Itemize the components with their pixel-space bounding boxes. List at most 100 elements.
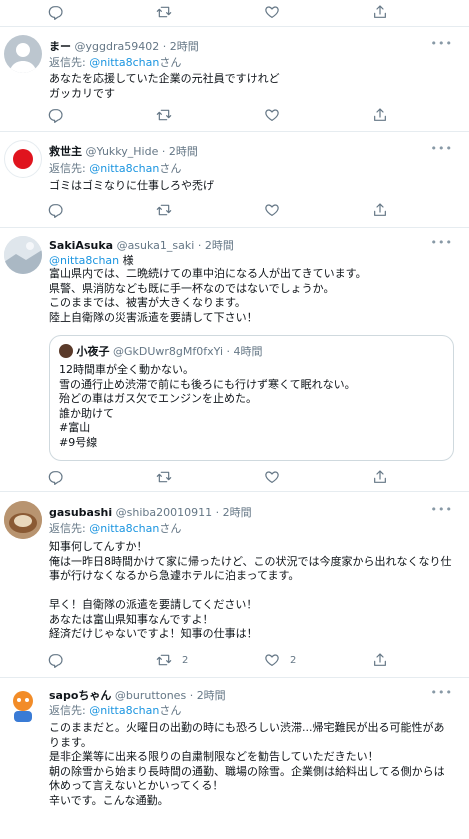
reply-to-label: 返信先: [49,704,86,717]
separator-dot: · [197,239,202,252]
tweet-actions [48,105,388,125]
share-button[interactable] [372,650,388,670]
timestamp[interactable]: 2時間 [170,40,199,53]
reply-suffix: さん [159,704,182,717]
more-icon[interactable]: ••• [431,37,453,50]
quoted-avatar[interactable] [59,344,73,358]
mention-link[interactable]: @nitta8chan [49,254,119,267]
tweet-actions: 2 2 [48,650,388,670]
tweet-actions [48,2,388,22]
reply-icon [48,469,64,485]
handle[interactable]: @asuka1_saki [117,239,195,252]
quoted-tweet[interactable]: 小夜子 @GkDUwr8gMf0fxYi · 4時間 12時間車が全く動かない。… [49,335,454,461]
like-icon [264,202,280,218]
like-count: 2 [290,654,297,666]
quoted-handle[interactable]: @GkDUwr8gMf0fxYi [113,345,223,358]
handle[interactable]: @yggdra59402 [75,40,160,53]
handle[interactable]: @Yukky_Hide [86,145,159,158]
reply-button[interactable] [48,200,64,220]
avatar[interactable] [4,140,42,178]
more-icon[interactable]: ••• [431,686,453,699]
reply-button[interactable] [48,2,64,22]
retweet-button[interactable] [156,2,172,22]
reply-button[interactable] [48,105,64,125]
display-name[interactable]: SakiAsuka [49,239,113,252]
more-icon[interactable]: ••• [431,236,453,249]
tweet-actions [48,467,388,487]
tweet[interactable]: sapoちゃん @buruttones · 2時間 ••• 返信先: @nitt… [0,678,469,839]
tweet-header: SakiAsuka @asuka1_saki · 2時間 [49,237,234,253]
display-name[interactable]: まー [49,40,71,53]
retweet-button[interactable]: 2 [156,650,188,670]
tweet-text: 知事何してんすか！ 俺は一昨日8時間かけて家に帰ったけど、この状況では今度家から… [49,540,452,640]
more-icon[interactable]: ••• [431,142,453,155]
reply-to-line: 返信先: @nitta8chanさん [49,160,181,176]
tweet-text: ゴミはゴミなりに仕事しろや禿げ [49,179,214,192]
like-button[interactable] [264,467,280,487]
quoted-timestamp[interactable]: 4時間 [234,345,263,358]
avatar[interactable] [4,236,42,274]
display-name[interactable]: 救世主 [49,145,82,158]
reply-to-label: 返信先: [49,56,86,69]
separator-dot: · [161,145,166,158]
reply-icon [48,652,64,668]
reply-to-label: 返信先: [49,162,86,175]
like-icon [264,652,280,668]
retweet-icon [156,202,172,218]
reply-button[interactable] [48,467,64,487]
reply-to-line: 返信先: @nitta8chanさん [49,54,181,70]
handle[interactable]: @shiba20010911 [116,506,212,519]
retweet-button[interactable] [156,467,172,487]
quoted-tweet-text: 12時間車が全く動かない。 雪の通行止め渋滞で前にも後ろにも行けず寒くて眠れない… [59,363,356,449]
like-icon [264,107,280,123]
reply-to-line: 返信先: @nitta8chanさん [49,520,181,536]
tweet-header: sapoちゃん @buruttones · 2時間 [49,687,226,703]
timestamp[interactable]: 2時間 [169,145,198,158]
reply-to-link[interactable]: @nitta8chan [89,704,159,717]
retweet-count: 2 [182,654,189,666]
avatar[interactable] [4,686,42,724]
like-icon [264,469,280,485]
display-name[interactable]: gasubashi [49,506,112,519]
share-button[interactable] [372,467,388,487]
like-button[interactable]: 2 [264,650,296,670]
like-icon [264,4,280,20]
share-icon [372,4,388,20]
retweet-button[interactable] [156,200,172,220]
handle[interactable]: @buruttones [115,689,186,702]
reply-to-link[interactable]: @nitta8chan [89,162,159,175]
share-button[interactable] [372,105,388,125]
display-name[interactable]: sapoちゃん [49,689,111,702]
reply-button[interactable] [48,650,64,670]
like-button[interactable] [264,2,280,22]
share-icon [372,107,388,123]
mention-suffix: 様 [119,254,134,267]
reply-to-link[interactable]: @nitta8chan [89,56,159,69]
retweet-icon [156,652,172,668]
quoted-display-name[interactable]: 小夜子 [77,345,110,358]
separator-dot: · [215,506,220,519]
avatar[interactable] [4,501,42,539]
like-button[interactable] [264,105,280,125]
retweet-icon [156,4,172,20]
reply-suffix: さん [159,56,182,69]
mention-line: @nitta8chan 様 [49,252,134,268]
like-button[interactable] [264,200,280,220]
retweet-button[interactable] [156,105,172,125]
separator-dot: · [189,689,194,702]
reply-to-link[interactable]: @nitta8chan [89,522,159,535]
share-button[interactable] [372,200,388,220]
avatar[interactable] [4,35,42,73]
tweet-actions [48,200,388,220]
share-button[interactable] [372,2,388,22]
separator-dot: · [226,345,231,358]
reply-suffix: さん [159,162,182,175]
share-icon [372,469,388,485]
tweet-text: 富山県内では、二晩続けての車中泊になる人が出てきています。 県警、県消防なども既… [49,267,367,324]
timestamp[interactable]: 2時間 [223,506,252,519]
timestamp[interactable]: 2時間 [197,689,226,702]
more-icon[interactable]: ••• [431,503,453,516]
tweet-header: まー @yggdra59402 · 2時間 [49,38,199,54]
tweet-header: gasubashi @shiba20010911 · 2時間 [49,504,252,520]
timestamp[interactable]: 2時間 [205,239,234,252]
